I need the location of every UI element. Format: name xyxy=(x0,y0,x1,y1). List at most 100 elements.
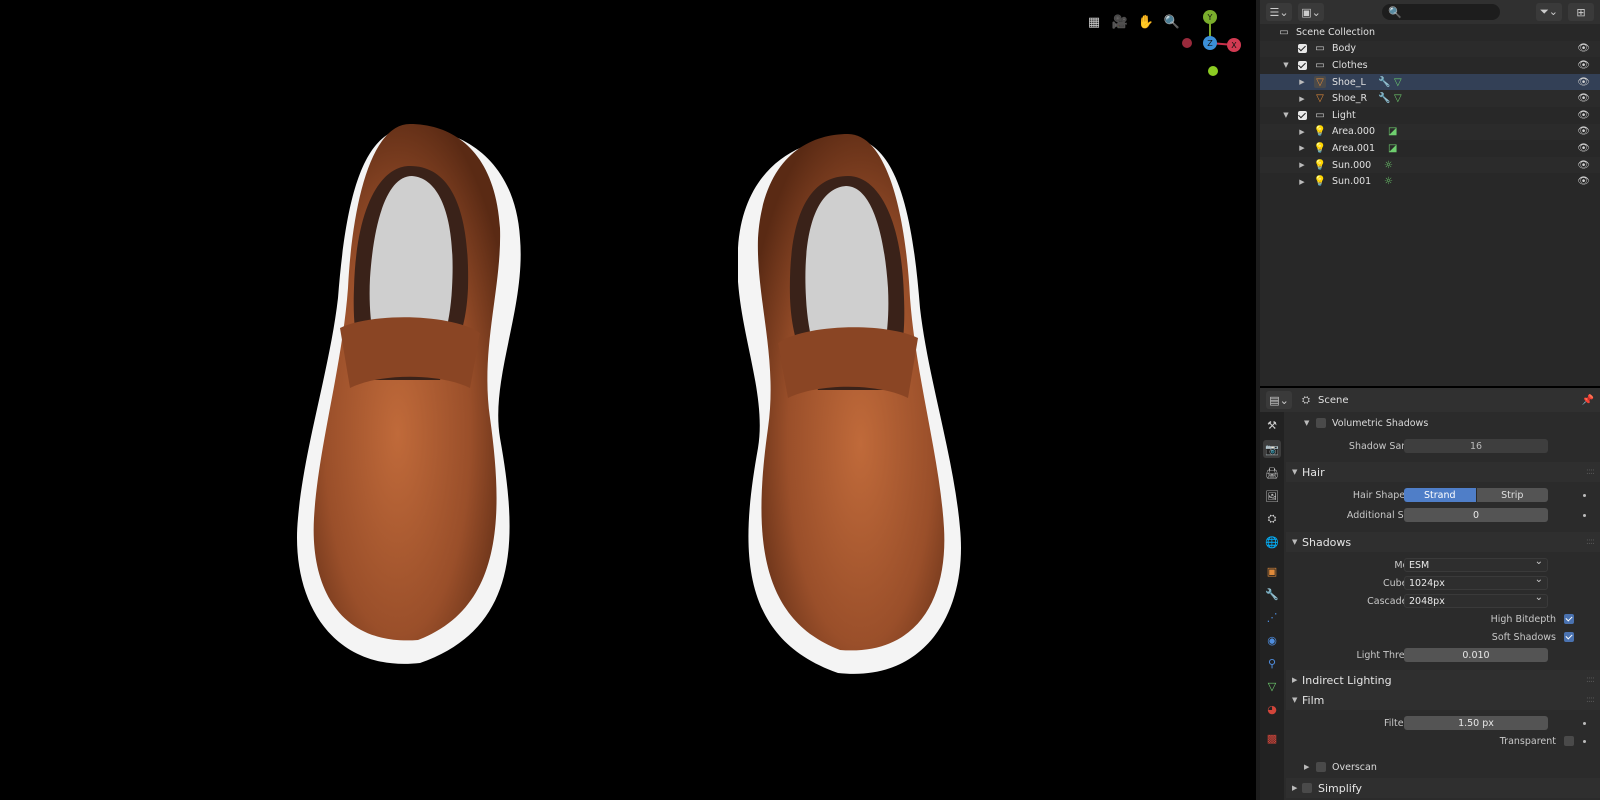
display-mode-dropdown[interactable]: ☰⌄ xyxy=(1266,3,1292,21)
soft-shadows-checkbox[interactable] xyxy=(1564,632,1574,642)
eye-icon[interactable]: 👁 xyxy=(1577,143,1590,154)
eye-icon[interactable]: 👁 xyxy=(1577,93,1590,104)
exclude-checkbox[interactable] xyxy=(1298,44,1307,54)
outliner-row-sun-000[interactable]: ▶ 💡 Sun.000 ☼ 👁 xyxy=(1260,156,1600,174)
expand-triangle-icon[interactable]: ▼ xyxy=(1292,468,1297,476)
area-light-data-icon[interactable]: ◪ xyxy=(1388,126,1397,137)
drag-grip-icon[interactable]: :::: xyxy=(1586,675,1595,685)
shoe-left-model[interactable] xyxy=(290,118,540,678)
expand-triangle-icon[interactable]: ▼ xyxy=(1292,696,1297,704)
expand-triangle-icon[interactable]: ▶ xyxy=(1298,144,1306,152)
drag-grip-icon[interactable]: :::: xyxy=(1586,695,1595,705)
sun-light-data-icon[interactable]: ☼ xyxy=(1384,160,1393,171)
outliner-row-shoe-l[interactable]: ▶ ▽ Shoe_L 🔧 ▽ 👁 xyxy=(1260,73,1600,91)
hair-panel-header[interactable]: ▼ Hair :::: xyxy=(1286,462,1600,482)
filter-type-dropdown[interactable]: ▣⌄ xyxy=(1298,3,1324,21)
keyframe-dot[interactable] xyxy=(1583,721,1586,725)
drag-grip-icon[interactable]: :::: xyxy=(1586,537,1595,547)
hand-icon[interactable]: ✋ xyxy=(1136,12,1156,32)
overscan-row[interactable]: ▶ Overscan xyxy=(1286,758,1600,776)
sun-light-data-icon[interactable]: ☼ xyxy=(1384,176,1393,187)
simplify-checkbox[interactable] xyxy=(1302,783,1312,793)
simplify-panel-header[interactable]: ▶ Simplify xyxy=(1286,778,1600,798)
outliner-row-shoe-r[interactable]: ▶ ▽ Shoe_R 🔧 ▽ 👁 xyxy=(1260,90,1600,107)
gizmo-neg-y[interactable] xyxy=(1208,66,1218,76)
transparent-checkbox[interactable] xyxy=(1564,736,1574,746)
volumetric-shadows-row[interactable]: ▼ Volumetric Shadows xyxy=(1286,414,1600,432)
constraints-tab-icon[interactable]: ⚲ xyxy=(1263,654,1281,672)
texture-tab-icon[interactable]: ▩ xyxy=(1263,729,1281,747)
output-tab-icon[interactable]: 🖨 xyxy=(1263,464,1281,482)
light-threshold-field[interactable]: 0.010 xyxy=(1404,648,1548,662)
view-layer-tab-icon[interactable]: 🖼 xyxy=(1263,487,1281,505)
eye-icon[interactable]: 👁 xyxy=(1577,160,1590,171)
pin-icon[interactable]: 📌 xyxy=(1582,395,1594,406)
cascade-size-dropdown[interactable]: 2048px xyxy=(1404,592,1548,608)
expand-triangle-icon[interactable]: ▼ xyxy=(1282,61,1290,69)
expand-triangle-icon[interactable]: ▶ xyxy=(1298,95,1306,103)
expand-triangle-icon[interactable]: ▶ xyxy=(1298,161,1306,169)
shadow-samples-field[interactable]: 16 xyxy=(1404,439,1548,453)
outliner-row-light[interactable]: ▼ ▭ Light 👁 xyxy=(1260,107,1600,124)
tool-tab-icon[interactable]: ⚒ xyxy=(1263,416,1281,434)
material-tab-icon[interactable]: ◕ xyxy=(1263,700,1281,718)
shadows-panel-header[interactable]: ▼ Shadows :::: xyxy=(1286,532,1600,552)
wrench-modifier-icon[interactable]: 🔧 xyxy=(1378,77,1390,88)
expand-triangle-icon[interactable]: ▶ xyxy=(1292,784,1297,792)
keyframe-dot[interactable] xyxy=(1583,739,1586,743)
scene-tab-icon[interactable]: ⛭ xyxy=(1263,510,1281,528)
expand-triangle-icon[interactable]: ▼ xyxy=(1282,111,1290,119)
outliner-row-area-001[interactable]: ▶ 💡 Area.001 ◪ 👁 xyxy=(1260,140,1600,157)
expand-triangle-icon[interactable]: ▼ xyxy=(1304,419,1309,427)
wrench-modifier-icon[interactable]: 🔧 xyxy=(1378,93,1390,104)
additional-subdiv-field[interactable]: 0 xyxy=(1404,508,1548,522)
keyframe-dot[interactable] xyxy=(1583,513,1586,517)
eye-icon[interactable]: 👁 xyxy=(1577,60,1590,71)
object-tab-icon[interactable]: ▣ xyxy=(1263,562,1281,580)
grid-icon[interactable]: ▦ xyxy=(1084,12,1104,32)
camera-icon[interactable]: 🎥 xyxy=(1110,12,1130,32)
mesh-data-icon[interactable]: ▽ xyxy=(1394,77,1402,88)
navigation-gizmo[interactable]: Y X Z xyxy=(1172,8,1248,88)
data-tab-icon[interactable]: ▽ xyxy=(1263,677,1281,695)
exclude-checkbox[interactable] xyxy=(1298,110,1307,120)
eye-icon[interactable]: 👁 xyxy=(1577,43,1590,54)
particles-tab-icon[interactable]: ⋰ xyxy=(1263,608,1281,626)
volumetric-shadows-checkbox[interactable] xyxy=(1316,418,1326,428)
eye-icon[interactable]: 👁 xyxy=(1577,176,1590,187)
filter-size-field[interactable]: 1.50 px xyxy=(1404,716,1548,730)
modifier-tab-icon[interactable]: 🔧 xyxy=(1263,585,1281,603)
physics-tab-icon[interactable]: ◉ xyxy=(1263,631,1281,649)
eye-icon[interactable]: 👁 xyxy=(1577,110,1590,121)
keyframe-dot[interactable] xyxy=(1583,493,1586,497)
world-tab-icon[interactable]: 🌐 xyxy=(1263,533,1281,551)
new-collection-button[interactable]: ⊞ xyxy=(1568,3,1594,21)
area-light-data-icon[interactable]: ◪ xyxy=(1388,143,1397,154)
outliner-row-scene-collection[interactable]: ▭ Scene Collection xyxy=(1260,24,1600,41)
editor-type-dropdown[interactable]: ▤⌄ xyxy=(1266,391,1292,409)
expand-triangle-icon[interactable]: ▶ xyxy=(1292,676,1297,684)
strand-option[interactable]: Strand xyxy=(1404,488,1476,502)
expand-triangle-icon[interactable]: ▶ xyxy=(1298,178,1306,186)
filter-dropdown[interactable]: ⏷⌄ xyxy=(1536,3,1562,21)
outliner-row-body[interactable]: ▭ Body 👁 xyxy=(1260,40,1600,58)
eye-icon[interactable]: 👁 xyxy=(1577,126,1590,137)
outliner-row-area-000[interactable]: ▶ 💡 Area.000 ◪ 👁 xyxy=(1260,123,1600,141)
film-panel-header[interactable]: ▼ Film :::: xyxy=(1286,690,1600,710)
indirect-lighting-panel-header[interactable]: ▶ Indirect Lighting :::: xyxy=(1286,670,1600,690)
gizmo-neg-x[interactable] xyxy=(1182,38,1192,48)
expand-triangle-icon[interactable]: ▶ xyxy=(1304,763,1309,771)
expand-triangle-icon[interactable]: ▼ xyxy=(1292,538,1297,546)
outliner-row-sun-001[interactable]: ▶ 💡 Sun.001 ☼ 👁 xyxy=(1260,173,1600,190)
strip-option[interactable]: Strip xyxy=(1476,488,1548,502)
3d-viewport[interactable]: ▦ 🎥 ✋ 🔍 Y X Z xyxy=(0,0,1256,800)
exclude-checkbox[interactable] xyxy=(1298,60,1307,70)
expand-triangle-icon[interactable]: ▶ xyxy=(1298,78,1306,86)
render-tab-icon[interactable]: 📷 xyxy=(1263,440,1281,458)
shadow-method-dropdown[interactable]: ESM xyxy=(1404,556,1548,572)
outliner-search-input[interactable]: 🔍 xyxy=(1382,4,1500,20)
outliner-row-clothes[interactable]: ▼ ▭ Clothes 👁 xyxy=(1260,57,1600,74)
eye-icon[interactable]: 👁 xyxy=(1577,77,1590,88)
shoe-right-model[interactable] xyxy=(738,128,968,688)
overscan-checkbox[interactable] xyxy=(1316,762,1326,772)
